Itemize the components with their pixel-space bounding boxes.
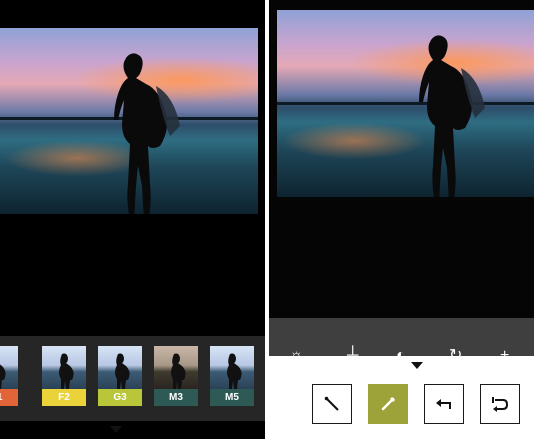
filter-strip: C1 F2 G3 M3 M5 [0, 336, 265, 421]
caret-down-icon [411, 362, 423, 369]
left-panel: C1 F2 G3 M3 M5 [0, 0, 265, 439]
filter-thumbnail [154, 346, 198, 389]
brush-icon [381, 397, 395, 411]
brush-tool-button[interactable] [368, 384, 408, 424]
caret-down-icon [110, 426, 122, 433]
filter-thumbnail [98, 346, 142, 389]
filter-c1[interactable]: C1 [0, 346, 18, 406]
right-panel: ☼ ┴ ◐ ↻ + [269, 0, 534, 439]
rotate-icon[interactable]: ↻ [449, 348, 462, 357]
contrast-icon[interactable]: ◐ [396, 348, 406, 357]
crop-icon[interactable]: ┴ [347, 348, 358, 357]
filter-m3[interactable]: M3 [154, 346, 198, 406]
brightness-icon[interactable]: ☼ [289, 348, 304, 357]
undo-all-button[interactable] [480, 384, 520, 424]
add-icon[interactable]: + [500, 348, 509, 357]
filter-label: G3 [98, 389, 142, 406]
canvas-area [269, 0, 534, 318]
undo-all-icon [492, 397, 509, 412]
filter-thumbnail [42, 346, 86, 389]
pen-icon [324, 396, 339, 411]
filter-label: F2 [42, 389, 86, 406]
photo-preview [277, 10, 534, 197]
filter-g3[interactable]: G3 [98, 346, 142, 406]
filter-label: M3 [154, 389, 198, 406]
silhouette-figure [419, 35, 485, 197]
filter-f2[interactable]: F2 [42, 346, 86, 406]
filter-label: C1 [0, 389, 18, 406]
filter-thumbnail [210, 346, 254, 389]
undo-icon [436, 399, 451, 409]
filter-m5[interactable]: M5 [210, 346, 254, 406]
edit-toolbar: ☼ ┴ ◐ ↻ + [269, 318, 534, 356]
pen-tool-button[interactable] [312, 384, 352, 424]
undo-button[interactable] [424, 384, 464, 424]
silhouette-figure [114, 53, 180, 214]
filter-thumbnail [0, 346, 18, 389]
filter-label: M5 [210, 389, 254, 406]
photo-preview [0, 28, 258, 214]
